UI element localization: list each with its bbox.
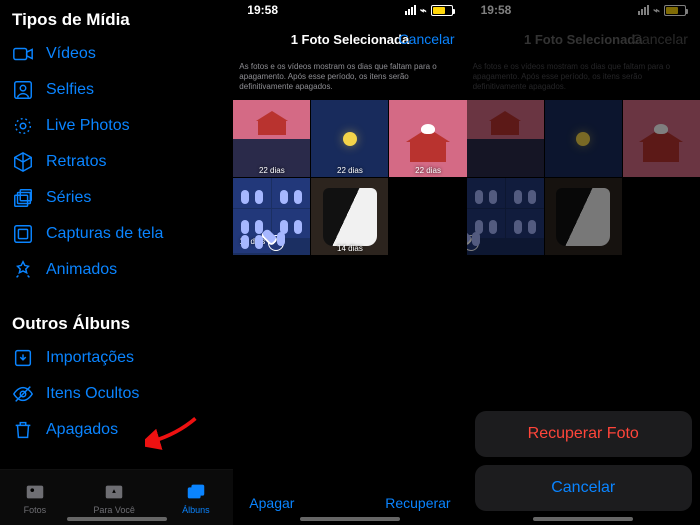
- nav-title: 1 Foto Selecionada: [291, 32, 409, 47]
- item-animated[interactable]: Animados: [0, 252, 233, 288]
- thumb-2[interactable]: 22 dias: [311, 100, 388, 177]
- thumb-3[interactable]: 22 dias: [389, 100, 466, 177]
- photo-grid: 22 dias 22 dias 22 dias 14 dias 14 dias: [233, 100, 466, 255]
- item-screenshots[interactable]: Capturas de tela: [0, 216, 233, 252]
- thumb-4[interactable]: 14 dias: [233, 178, 310, 255]
- recover-button[interactable]: Recuperar: [385, 495, 450, 511]
- item-hidden[interactable]: Itens Ocultos: [0, 376, 233, 412]
- signal-icon: [405, 5, 416, 15]
- media-types-list: Vídeos Selfies Live Photos Retratos Séri…: [0, 36, 233, 288]
- tab-albums[interactable]: Álbuns: [182, 481, 210, 515]
- item-bursts[interactable]: Séries: [0, 180, 233, 216]
- item-selfies[interactable]: Selfies: [0, 72, 233, 108]
- cube-icon: [12, 151, 34, 173]
- wifi-icon: ⌁: [420, 4, 427, 17]
- screen-deleted-select: 19:58 ⌁ 1 Foto Selecionada Cancelar As f…: [233, 0, 466, 525]
- item-live-photos[interactable]: Live Photos: [0, 108, 233, 144]
- selfie-icon: [12, 79, 34, 101]
- other-albums-list: Importações Itens Ocultos Apagados: [0, 340, 233, 448]
- delete-button[interactable]: Apagar: [249, 495, 294, 511]
- home-indicator: [300, 517, 400, 521]
- animated-icon: [12, 259, 34, 281]
- info-text: As fotos e os vídeos mostram os dias que…: [233, 58, 466, 100]
- item-deleted[interactable]: Apagados: [0, 412, 233, 448]
- stack-icon: [12, 187, 34, 209]
- action-sheet: Recuperar Foto Cancelar: [475, 411, 692, 519]
- cancel-button[interactable]: Cancelar: [399, 31, 455, 47]
- item-portraits[interactable]: Retratos: [0, 144, 233, 180]
- trash-icon: [12, 419, 34, 441]
- eye-off-icon: [12, 383, 34, 405]
- home-indicator: [533, 517, 633, 521]
- screenshot-icon: [12, 223, 34, 245]
- section-title-other-albums: Outros Álbuns: [0, 304, 233, 340]
- item-videos[interactable]: Vídeos: [0, 36, 233, 72]
- item-imports[interactable]: Importações: [0, 340, 233, 376]
- sheet-recover-photo-button[interactable]: Recuperar Foto: [475, 411, 692, 457]
- thumb-5[interactable]: 14 dias: [311, 178, 388, 255]
- battery-icon: [431, 5, 453, 16]
- status-time: 19:58: [247, 3, 278, 17]
- home-indicator: [67, 517, 167, 521]
- screen-albums: Tipos de Mídia Vídeos Selfies Live Photo…: [0, 0, 233, 525]
- section-title-media-types: Tipos de Mídia: [0, 0, 233, 36]
- sheet-cancel-button[interactable]: Cancelar: [475, 465, 692, 511]
- tab-photos[interactable]: Fotos: [24, 481, 47, 515]
- selection-check-icon: [268, 235, 284, 251]
- live-photos-icon: [12, 115, 34, 137]
- tab-for-you[interactable]: Para Você: [93, 481, 135, 515]
- status-right: ⌁: [405, 4, 453, 17]
- status-bar: 19:58 ⌁: [233, 0, 466, 20]
- import-icon: [12, 347, 34, 369]
- thumb-1[interactable]: 22 dias: [233, 100, 310, 177]
- video-icon: [12, 43, 34, 65]
- nav-bar: 1 Foto Selecionada Cancelar: [233, 20, 466, 58]
- screen-action-sheet: 19:58 ⌁ 1 Foto Selecionada Cancelar As f…: [467, 0, 700, 525]
